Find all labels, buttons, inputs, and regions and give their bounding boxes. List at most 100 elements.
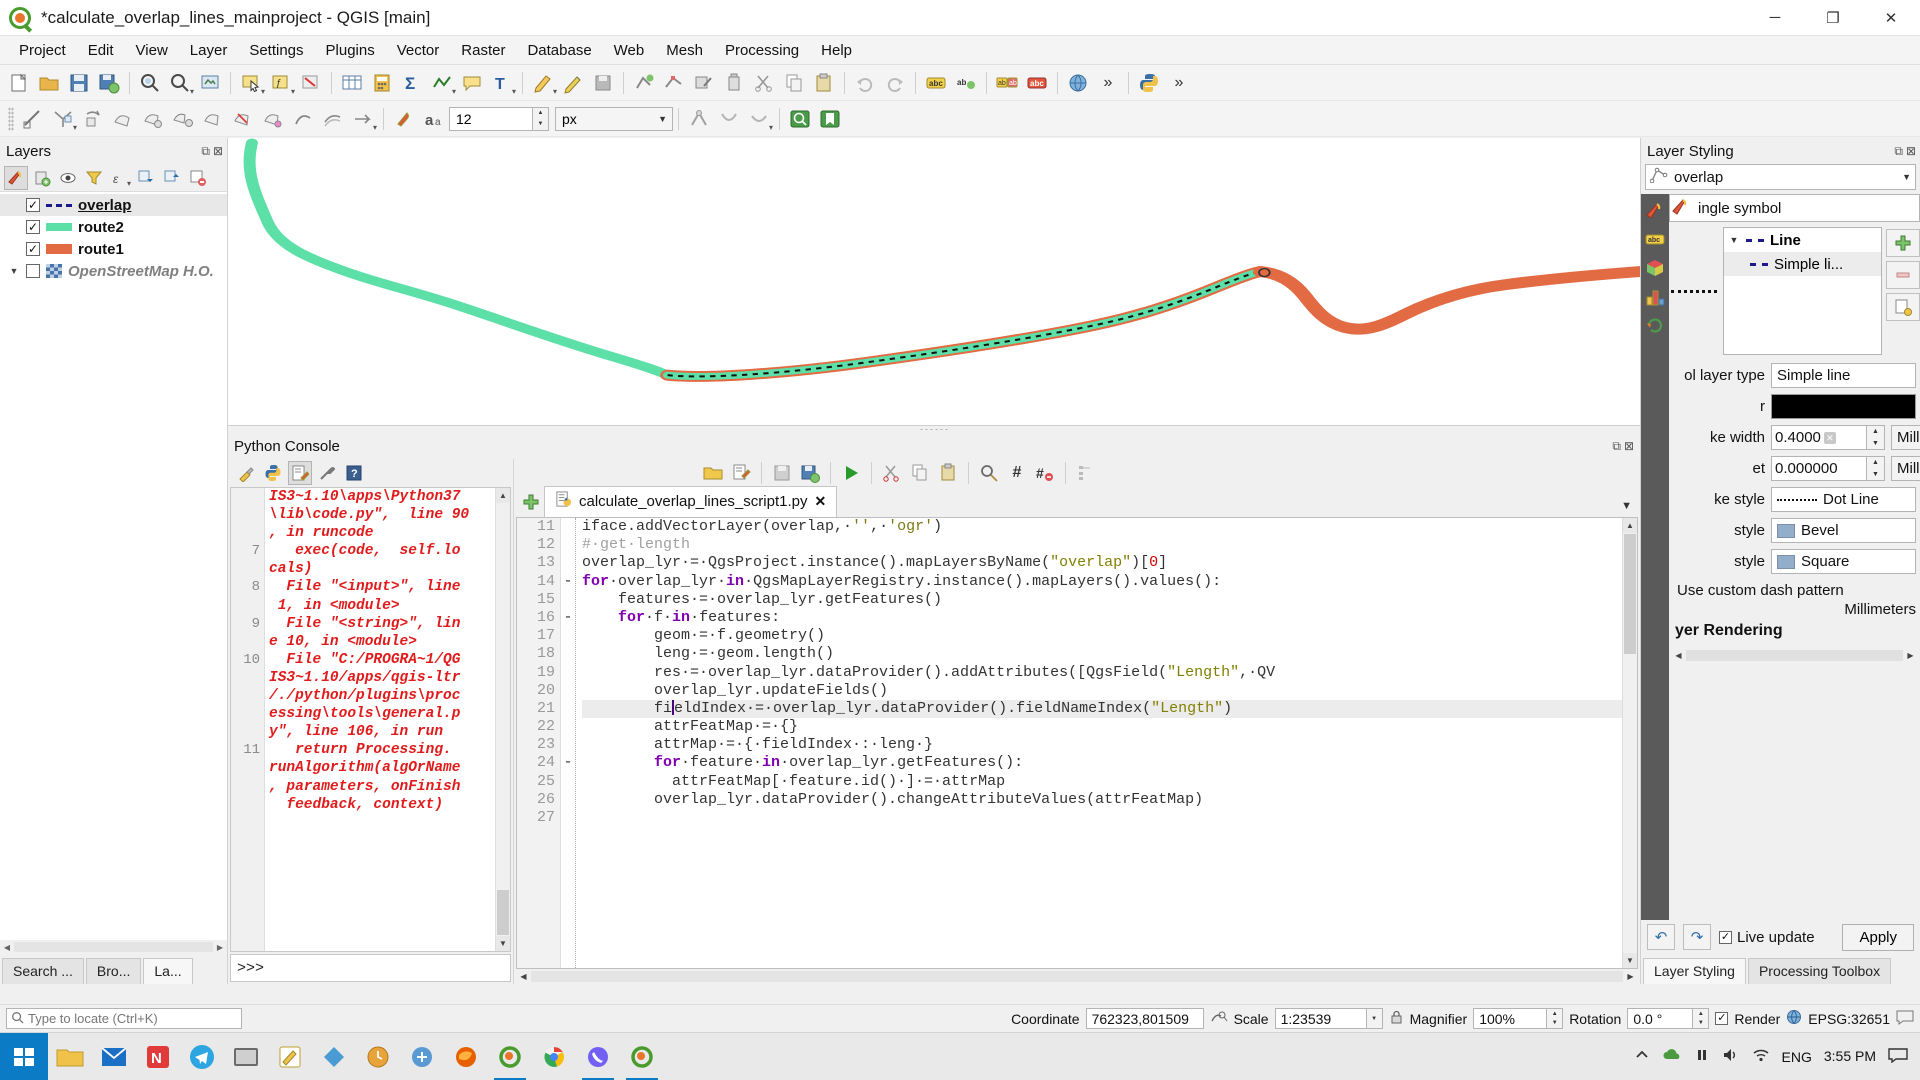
pan-map-icon[interactable] — [135, 68, 165, 98]
app-icon-7[interactable] — [312, 1033, 356, 1080]
layer-selector-combo[interactable]: overlap ▼ — [1645, 164, 1916, 190]
menu-view[interactable]: View — [125, 38, 179, 63]
save-script-as-icon[interactable] — [797, 460, 823, 486]
open-project-icon[interactable] — [34, 68, 64, 98]
tab-layers[interactable]: La... — [143, 958, 193, 984]
menu-help[interactable]: Help — [810, 38, 863, 63]
editor-code-text[interactable]: iface.addVectorLayer(overlap,·'',·'ogr')… — [575, 518, 1622, 968]
render-checkbox[interactable]: ✓ — [1715, 1012, 1729, 1025]
layer-visibility-checkbox[interactable]: ✓ — [26, 242, 40, 256]
reshape-features-icon[interactable] — [288, 104, 318, 134]
pin-labels-icon[interactable]: ab — [951, 68, 981, 98]
scroll-left-icon[interactable]: ◀ — [516, 972, 531, 981]
add-part-icon[interactable] — [168, 104, 198, 134]
undo-icon[interactable] — [850, 68, 880, 98]
add-group-icon[interactable] — [30, 166, 54, 190]
modify-attributes-icon[interactable] — [689, 68, 719, 98]
scroll-left-icon[interactable]: ◀ — [1671, 651, 1686, 660]
magnifier-value[interactable]: 100% — [1473, 1008, 1548, 1029]
stroke-style-combo[interactable]: Dot Line — [1771, 487, 1916, 512]
lock-scale-icon[interactable] — [1389, 1009, 1404, 1028]
close-icon[interactable]: ⊠ — [213, 144, 223, 159]
label-unit-combo[interactable]: px ▼ — [555, 106, 673, 131]
undo-style-button[interactable]: ↶ — [1647, 924, 1675, 950]
simplify-feature-icon[interactable] — [108, 104, 138, 134]
cap-style-combo[interactable]: Square — [1771, 549, 1916, 574]
firefox-icon[interactable] — [444, 1033, 488, 1080]
open-layer-styling-icon[interactable] — [4, 165, 28, 190]
history-tab-icon[interactable] — [1645, 316, 1665, 336]
diagrams-tab-icon[interactable] — [1645, 287, 1665, 307]
notifications-icon[interactable] — [1888, 1047, 1908, 1066]
notepad-icon[interactable] — [268, 1033, 312, 1080]
open-script-icon[interactable] — [700, 460, 726, 486]
symbol-tree-child[interactable]: Simple li... — [1724, 252, 1881, 276]
maximize-button[interactable]: ❐ — [1804, 0, 1862, 35]
save-project-as-icon[interactable] — [94, 68, 124, 98]
volume-icon[interactable] — [1722, 1047, 1740, 1066]
new-script-icon[interactable] — [728, 460, 754, 486]
symbology-tab-icon[interactable] — [1645, 200, 1665, 220]
join-style-combo[interactable]: Bevel — [1771, 518, 1916, 543]
menu-layer[interactable]: Layer — [179, 38, 239, 63]
menu-mesh[interactable]: Mesh — [655, 38, 714, 63]
toggle-extents-icon[interactable] — [1210, 1009, 1228, 1028]
redo-style-button[interactable]: ↷ — [1683, 924, 1711, 950]
search-layer-icon[interactable] — [785, 104, 815, 134]
tab-layer-styling[interactable]: Layer Styling — [1643, 958, 1746, 984]
scroll-up-icon[interactable]: ▲ — [496, 488, 510, 503]
delete-ring-icon[interactable] — [228, 104, 258, 134]
deselect-icon[interactable] — [296, 68, 326, 98]
tab-search[interactable]: Search ... — [2, 958, 84, 984]
console-help-icon[interactable]: ? — [342, 461, 366, 485]
offset-value[interactable]: 0.000000 — [1775, 460, 1838, 477]
editor-tab-script1[interactable]: calculate_overlap_lines_script1.py ✕ — [544, 486, 838, 517]
coordinate-value[interactable]: 762323,801509 — [1085, 1008, 1204, 1029]
menu-project[interactable]: Project — [8, 38, 77, 63]
duplicate-symbol-layer-button[interactable] — [1886, 293, 1920, 321]
collapse-arrow-icon[interactable]: ▼ — [8, 266, 20, 276]
close-button[interactable]: ✕ — [1862, 0, 1920, 35]
chrome-icon[interactable] — [532, 1033, 576, 1080]
undock-icon[interactable]: ⧉ — [1612, 439, 1621, 454]
spin-up-icon[interactable]: ▲ — [1693, 1009, 1708, 1019]
find-text-icon[interactable] — [976, 460, 1002, 486]
map-canvas[interactable] — [228, 138, 1640, 426]
label-size-spinner[interactable]: 12 ▲ ▼ — [449, 106, 549, 131]
console-vertical-scrollbar[interactable]: ▲ ▼ — [495, 488, 510, 951]
scale-value[interactable]: 1:23539 — [1274, 1008, 1367, 1029]
pause-media-icon[interactable] — [1694, 1047, 1710, 1066]
enable-tracing-icon[interactable] — [18, 104, 48, 134]
paste-features-icon[interactable] — [809, 68, 839, 98]
scrollbar-thumb[interactable] — [1624, 534, 1636, 654]
label-bold-icon[interactable] — [684, 104, 714, 134]
collapse-arrow-icon[interactable]: ▼ — [1728, 235, 1740, 245]
globe-icon[interactable] — [1063, 68, 1093, 98]
layer-row-openstreetmap[interactable]: ▼ OpenStreetMap H.O. — [0, 260, 227, 282]
layer-row-overlap[interactable]: ✓ overlap — [0, 194, 227, 216]
rotation-spinner[interactable]: 0.0 ° ▲ ▼ — [1627, 1008, 1710, 1029]
editor-vertical-scrollbar[interactable]: ▲ ▼ — [1622, 518, 1637, 968]
magnifier-spinner[interactable]: 100% ▲ ▼ — [1473, 1008, 1564, 1029]
labels-tab-icon[interactable]: abc — [1645, 229, 1665, 249]
filter-expression-icon[interactable]: ε ▾ — [108, 166, 132, 190]
layers-horizontal-scrollbar[interactable]: ◀ ▶ — [0, 940, 227, 954]
uncomment-icon[interactable]: # — [1032, 460, 1058, 486]
close-tab-icon[interactable]: ✕ — [814, 493, 826, 510]
split-features-icon[interactable]: ▾ — [48, 104, 78, 134]
network-icon[interactable] — [1752, 1047, 1770, 1066]
python-console-icon[interactable] — [1134, 68, 1164, 98]
layer-visibility-checkbox[interactable] — [26, 264, 40, 278]
menu-vector[interactable]: Vector — [386, 38, 451, 63]
layer-row-route1[interactable]: ✓ route1 — [0, 238, 227, 260]
offset-unit-combo[interactable]: Millimeters — [1891, 456, 1920, 481]
add-ring-icon[interactable] — [138, 104, 168, 134]
zoom-full-icon[interactable] — [195, 68, 225, 98]
qgis-taskbar-icon[interactable] — [488, 1033, 532, 1080]
remove-symbol-layer-button[interactable] — [1886, 261, 1920, 289]
custom-dash-pattern-label[interactable]: Use custom dash pattern — [1669, 574, 1920, 599]
scroll-right-icon[interactable]: ▶ — [1903, 651, 1918, 660]
spin-up-icon[interactable]: ▲ — [1547, 1009, 1562, 1019]
field-calculator-icon[interactable] — [367, 68, 397, 98]
toolbar-grip[interactable] — [8, 106, 14, 131]
